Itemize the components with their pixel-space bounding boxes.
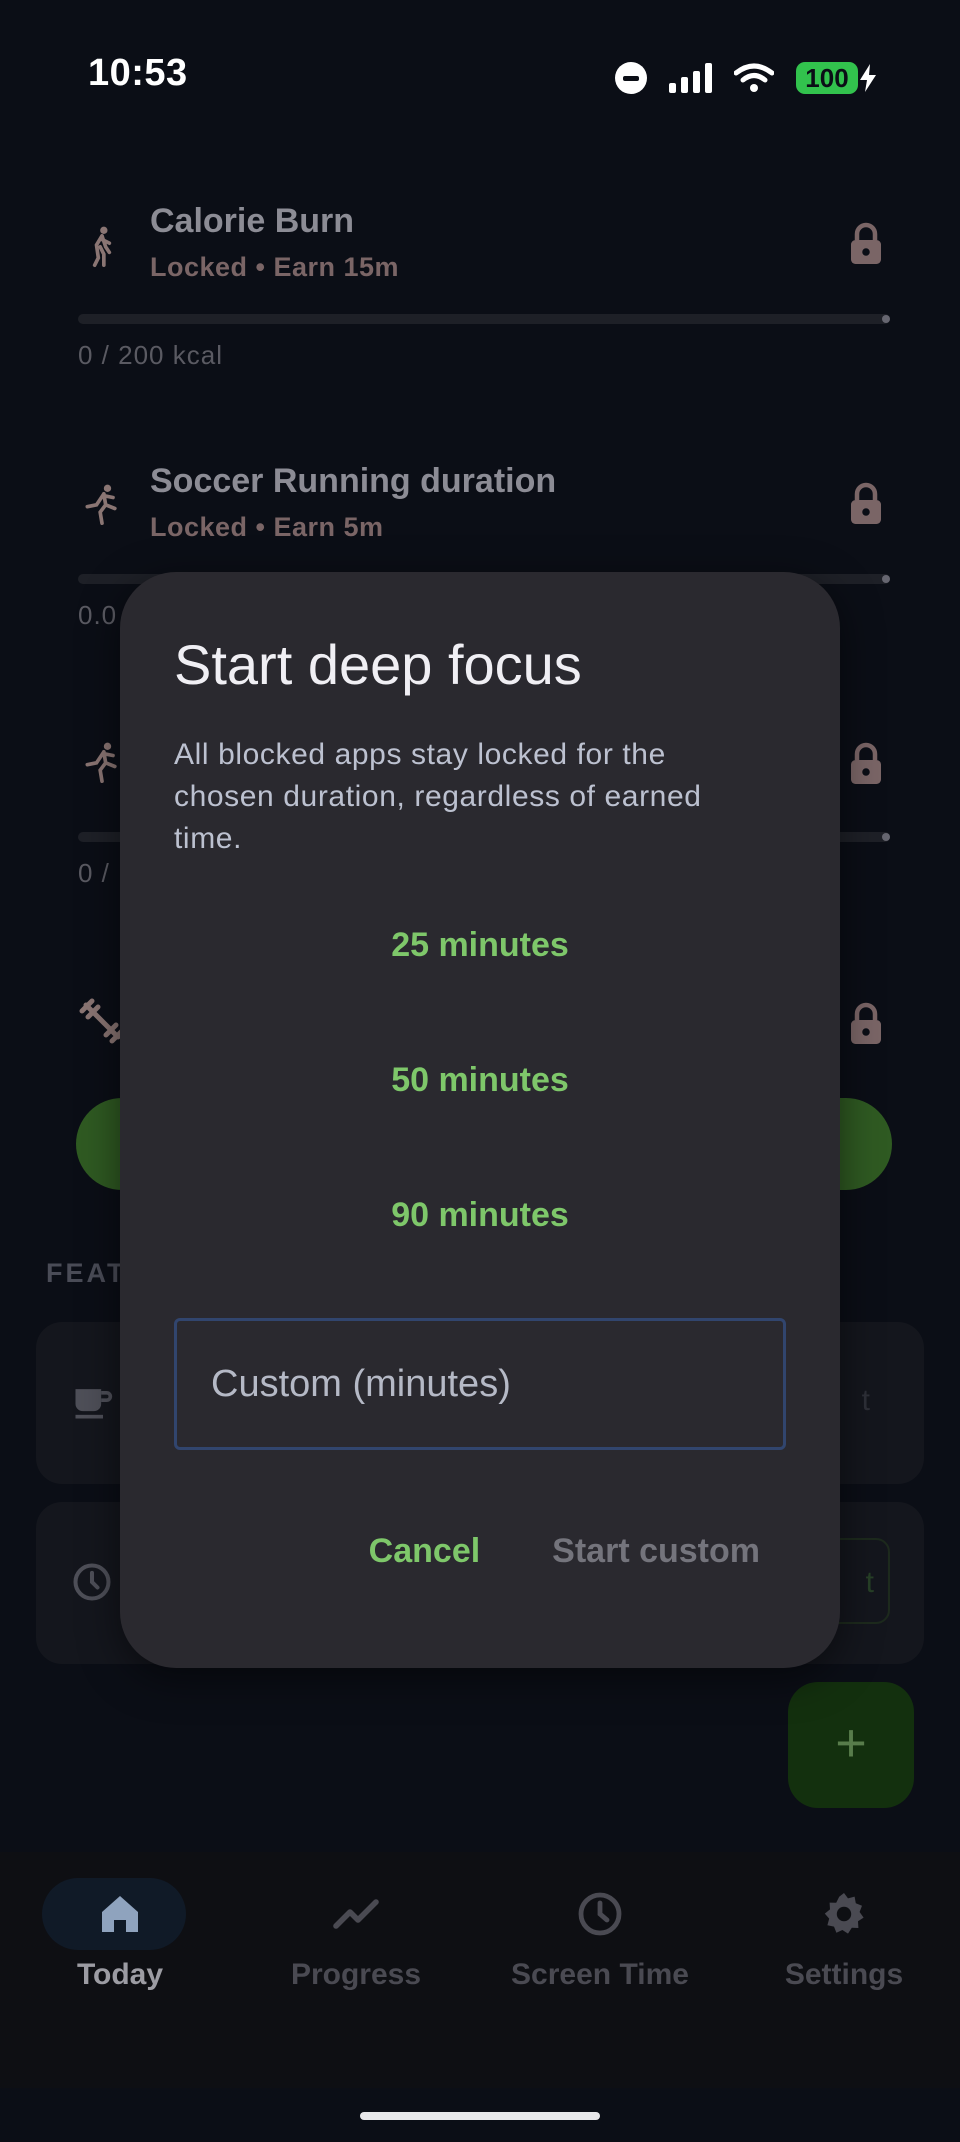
goal-progress-text: 0.0 (78, 600, 118, 630)
clock-icon (73, 1563, 111, 1601)
option-50-minutes-button[interactable]: 50 minutes (174, 1025, 786, 1135)
goal-progress-text: 0 / (78, 858, 110, 888)
coffee-icon (75, 1389, 113, 1419)
lock-icon (851, 1002, 881, 1044)
feature-card-action: t (861, 1384, 870, 1417)
goal-status: Locked • Earn 5m (150, 512, 384, 542)
running-icon (85, 742, 117, 783)
goal-status: Locked • Earn 15m (150, 252, 400, 282)
bottom-navigation: Today Progress Screen Time Settings (0, 1852, 960, 2088)
deep-focus-dialog: Start deep focus All blocked apps stay l… (120, 572, 840, 1668)
goal-title: Calorie Burn (150, 202, 355, 240)
lock-icon (851, 742, 881, 784)
goal-progress-bar (78, 314, 890, 324)
goal-title: Soccer Running duration (150, 462, 557, 500)
features-section-label: FEAT (46, 1258, 127, 1288)
goal-progress-text: 0 / 200 kcal (78, 340, 223, 370)
cancel-button[interactable]: Cancel (369, 1532, 481, 1571)
nav-item-today[interactable]: Today (0, 1852, 240, 1992)
gear-icon (824, 1893, 864, 1934)
dialog-actions: Cancel Start custom (369, 1532, 760, 1571)
dialog-description: All blocked apps stay locked for the cho… (174, 738, 702, 855)
option-90-minutes-button[interactable]: 90 minutes (174, 1160, 786, 1270)
nav-label: Progress (290, 1958, 422, 1991)
nav-item-progress[interactable]: Progress (236, 1852, 476, 1992)
dialog-title: Start deep focus (174, 633, 582, 696)
home-icon (102, 1896, 138, 1932)
clock-icon (578, 1892, 622, 1936)
option-25-minutes-button[interactable]: 25 minutes (174, 890, 786, 1000)
nav-label: Today (76, 1958, 164, 1991)
nav-item-settings[interactable]: Settings (724, 1852, 960, 1992)
custom-minutes-input[interactable] (174, 1318, 786, 1450)
home-indicator[interactable] (360, 2112, 600, 2120)
add-button[interactable]: + (788, 1682, 914, 1808)
dumbbell-icon (79, 998, 125, 1044)
walking-icon (92, 226, 112, 267)
lock-icon (851, 482, 881, 524)
running-icon (85, 484, 117, 525)
start-custom-button[interactable]: Start custom (552, 1532, 760, 1571)
nav-item-screen-time[interactable]: Screen Time (480, 1852, 720, 1992)
nav-label: Screen Time (511, 1958, 689, 1991)
nav-label: Settings (784, 1958, 904, 1991)
lock-icon (851, 222, 881, 264)
trend-icon (333, 1899, 379, 1929)
